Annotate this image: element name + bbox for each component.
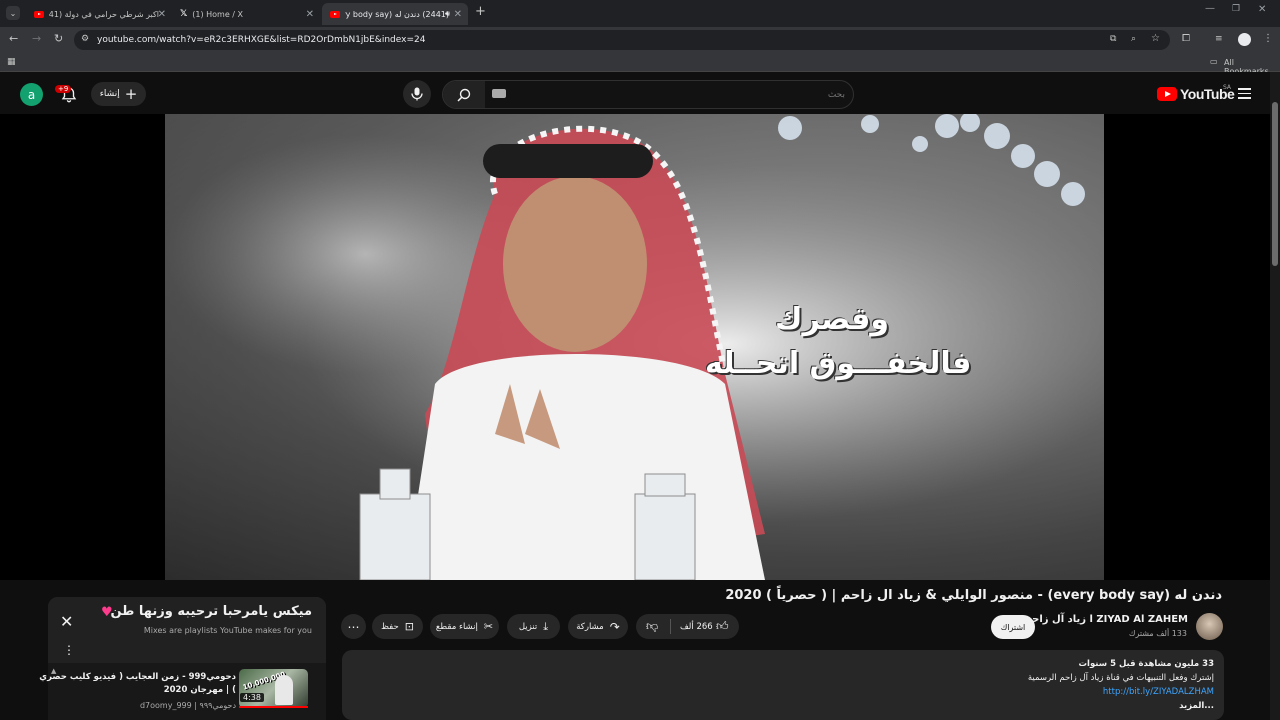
forward-icon[interactable]: → [32,32,41,45]
install-app-icon[interactable]: ⧉ [1110,34,1116,44]
watch-progress-bar [239,706,308,708]
create-label: إنشاء [99,89,120,99]
tab-title: (2441) دندن له (every body say) [345,9,449,19]
search-button[interactable] [443,81,485,108]
browser-tab[interactable]: 𝕏 (1) Home / X ✕ [172,3,320,25]
save-button[interactable]: حفظ ⊡ [372,614,423,639]
share-icon: ↷ [609,619,620,634]
scrollbar-thumb[interactable] [1272,102,1278,266]
back-icon[interactable]: ← [9,32,18,45]
mix-item-title[interactable]: دحومي999 - زمن العجايب ( فيديو كليب حصري… [36,671,236,697]
bookmarks-bar [0,53,1280,72]
browser-tab-active[interactable]: (2441) دندن له (every body say) 🔊︎ ✕ [322,3,468,25]
close-window-button[interactable]: ✕ [1258,4,1266,15]
download-button[interactable]: تنزيل ⤓ [507,614,560,639]
youtube-icon [34,10,44,18]
share-label: مشاركة [576,621,604,632]
keyboard-icon[interactable] [492,89,506,98]
subscriber-count: 133 ألف مشترك [1128,629,1187,638]
more-actions-button[interactable]: ⋯ [341,614,366,639]
like-icon[interactable]: 👍︎ [716,619,729,634]
view-stats: 33 مليون مشاهدة قبل 5 سنوات [1078,659,1214,669]
youtube-logo[interactable]: YouTube SA [1157,84,1235,102]
divider [670,619,671,634]
new-tab-button[interactable]: + [475,4,486,19]
menu-kebab-icon[interactable]: ⋮ [1263,33,1273,44]
hamburger-menu-icon[interactable] [1238,88,1251,102]
description-line: إشترك وفعل التنبيهات في قناة زياد آل زاح… [1027,673,1214,683]
minimize-button[interactable]: — [1205,3,1215,14]
media-control-icon[interactable]: ≡ [1215,34,1223,44]
download-icon: ⤓ [543,619,549,633]
video-overlay-text-line1: وقصرك [775,302,890,337]
download-label: تنزيل [518,621,538,632]
video-thumbnail[interactable]: 10,000,000 [239,669,308,708]
share-button[interactable]: مشاركة ↷ [568,614,628,639]
close-icon[interactable]: ✕ [306,9,314,20]
maximize-button[interactable]: ❐ [1232,4,1240,14]
youtube-icon [330,10,340,18]
reload-icon[interactable]: ↻ [54,32,63,45]
video-player[interactable]: وقصرك فالخفـــوق اتحــله [165,114,1104,580]
notification-badge: +9 [55,85,72,93]
mix-subtitle: Mixes are playlists YouTube makes for yo… [143,626,312,635]
profile-icon[interactable] [1238,33,1251,46]
site-info-icon[interactable]: ⚙︎ [81,34,89,44]
tab-title: اكبر شرطي حرامي في دولة (2441) [49,9,159,19]
description-link[interactable]: http://bit.ly/ZIYADALZHAM [1103,687,1214,697]
search-icon [457,88,471,102]
like-count[interactable]: 266 ألف [680,622,713,632]
zoom-icon[interactable]: ⌕ [1131,34,1136,44]
youtube-play-icon [1157,87,1177,101]
show-more-link[interactable]: ...المزيد [1179,701,1214,711]
search-input[interactable] [560,86,845,103]
create-button[interactable]: إنشاء + [91,82,146,106]
video-overlay-text-line2: فالخفـــوق اتحــله [705,346,972,381]
video-title: دندن له (every body say) - منصور الوايلي… [725,588,1222,603]
microphone-icon [411,87,423,101]
voice-search-button[interactable] [403,80,431,108]
apps-grid-icon[interactable]: ▦ [7,57,16,67]
save-label: حفظ [381,621,399,632]
channel-name[interactable]: زياد آل زاحم l ZIYAD Al ZAHEM [1024,614,1188,625]
tab-search-button[interactable]: ⌄ [6,6,20,20]
country-code: SA [1223,84,1232,91]
url-text[interactable]: youtube.com/watch?v=eR2c3ERHXGE&list=RD2… [97,35,425,45]
channel-avatar[interactable] [1196,613,1223,640]
thumbnail-person [275,675,293,705]
scissors-icon: ✂ [483,620,494,633]
mix-title: ميكس يامرحبا ترحيبه وزنها طن [110,604,312,619]
avatar[interactable]: a [20,83,43,106]
browser-tab[interactable]: اكبر شرطي حرامي في دولة (2441) ✕ [26,3,172,25]
speaker-icon[interactable]: 🔊︎ [445,9,450,19]
bookmark-icon: ⊡ [404,620,414,633]
close-icon[interactable]: ✕ [454,9,462,20]
close-icon[interactable]: ✕ [158,9,166,20]
dislike-icon[interactable]: 👎︎ [646,619,658,634]
mix-item-channel: d7oomy_999 | دحومي٩٩٩ [139,701,236,710]
subscribe-button[interactable]: اشتراك [991,615,1035,639]
bookmark-star-icon[interactable]: ☆ [1151,33,1160,44]
browser-tab-strip: ⌄ اكبر شرطي حرامي في دولة (2441) ✕ 𝕏 (1)… [0,0,1280,27]
tab-title: (1) Home / X [192,9,244,19]
folder-icon: ▭ [1210,57,1218,66]
more-vertical-icon[interactable]: ⋮ [63,643,75,657]
extensions-icon[interactable]: ⧠ [1182,33,1190,44]
close-icon[interactable]: ✕ [60,612,73,631]
x-icon: 𝕏 [180,9,188,19]
plus-icon: + [124,84,138,103]
duration-badge: 4:38 [240,693,264,702]
clip-button[interactable]: إنشاء مقطع ✂ [430,614,499,639]
more-horizontal-icon: ⋯ [347,619,360,634]
like-dislike-group: 👎︎ 266 ألف 👍︎ [636,614,739,639]
clip-label: إنشاء مقطع [435,621,478,632]
